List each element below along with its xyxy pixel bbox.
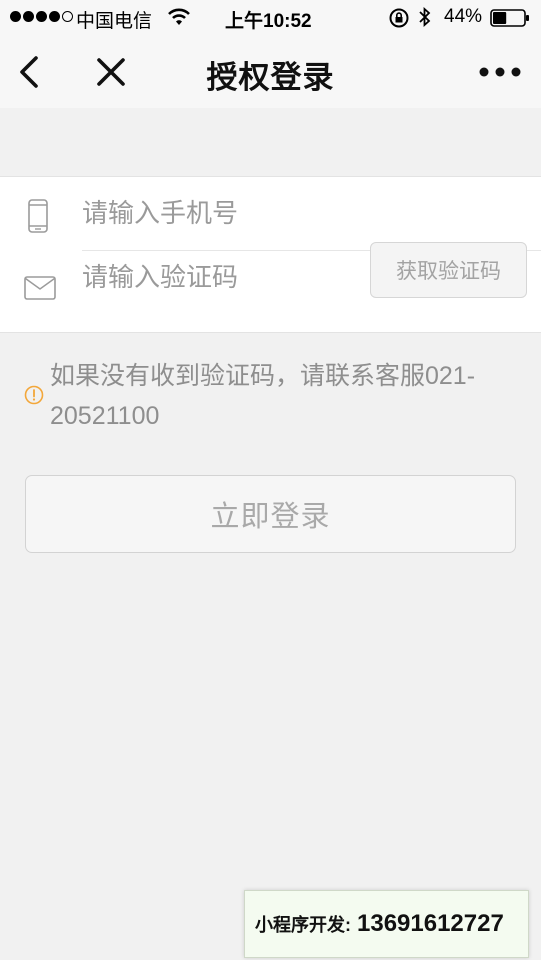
login-form: 获取验证码	[0, 176, 541, 333]
battery-icon	[490, 9, 529, 27]
status-bar: 中国电信 上午10:52 44%	[0, 0, 541, 36]
developer-label: 小程序开发:	[255, 915, 351, 935]
signal-strength-icon	[10, 11, 73, 22]
phone-input[interactable]	[82, 191, 362, 235]
status-time: 上午10:52	[225, 11, 312, 32]
login-button[interactable]: 立即登录	[25, 475, 516, 553]
code-input[interactable]	[82, 255, 362, 299]
code-row: 获取验证码	[0, 242, 541, 333]
developer-phone: 13691612727	[357, 910, 504, 937]
wifi-icon	[168, 8, 190, 25]
page-title: 授权登录	[206, 60, 335, 95]
bluetooth-icon	[419, 6, 431, 28]
phone-icon	[28, 199, 48, 233]
nav-bar: 授权登录	[0, 36, 541, 108]
carrier-name: 中国电信	[76, 11, 153, 32]
page: 中国电信 上午10:52 44% 授权登录 请输入手机号 请输入验证码 获取验证…	[0, 0, 541, 960]
mail-icon	[24, 276, 56, 300]
rotation-lock-icon	[389, 8, 409, 28]
get-code-button[interactable]: 获取验证码	[370, 242, 527, 298]
warning-icon	[24, 385, 44, 405]
developer-badge: 小程序开发: 13691612727	[244, 890, 529, 958]
battery-percent: 44%	[444, 6, 483, 27]
more-dots-icon[interactable]	[478, 62, 522, 82]
support-tip: 如果没有收到验证码，请联系客服021-20521100	[50, 362, 476, 430]
